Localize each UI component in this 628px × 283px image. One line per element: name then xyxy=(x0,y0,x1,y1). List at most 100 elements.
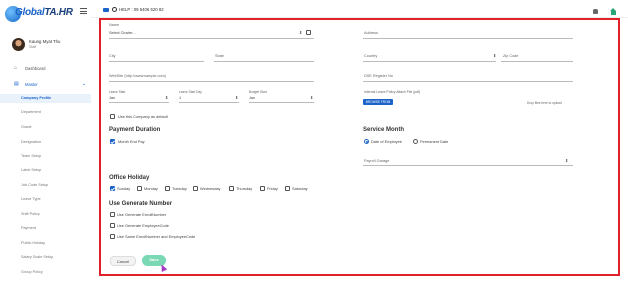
month-end-pay-checkbox[interactable] xyxy=(110,139,115,144)
nav-master[interactable]: ▤ Master ⌄ xyxy=(0,80,91,89)
nav-sub-payment[interactable]: Payment xyxy=(0,224,91,233)
date-of-employee-label: Date of Employee xyxy=(371,139,402,144)
nav-sub-team-setup[interactable]: Team Setup xyxy=(0,152,91,161)
zipcode-label: Zip Code xyxy=(503,54,519,58)
website-label: WebSite (http://www.sample.com) xyxy=(109,74,166,78)
leave-start-label: Leave Start xyxy=(109,90,126,94)
generate-enroll-label: Use Generate EnrollNumber xyxy=(117,212,167,217)
holiday-friday-checkbox[interactable] xyxy=(260,186,265,191)
leave-start-underline xyxy=(109,102,169,103)
country-label: Country xyxy=(364,54,378,58)
holiday-saturday-checkbox[interactable] xyxy=(285,186,290,191)
menu-toggle-icon[interactable] xyxy=(80,8,87,14)
chevron-down-icon: ⬍ xyxy=(493,53,497,58)
top-bar: HELP : 09 5406 520 82 xyxy=(91,0,628,18)
leave-end-underline xyxy=(179,102,239,103)
cancel-button[interactable]: Cancel xyxy=(110,256,136,266)
internal-policy-label: Internal Leave Policy Attach File (pdf) xyxy=(364,90,421,94)
nav-sub-leave-type[interactable]: Leave Type xyxy=(0,195,91,204)
leave-end-select[interactable]: 1 xyxy=(179,96,181,100)
nav-sub-job-code-setup[interactable]: Job Code Setup xyxy=(0,181,91,190)
payment-duration-title: Payment Duration xyxy=(109,127,161,133)
budget-start-select[interactable]: Jan xyxy=(249,96,255,100)
city-input[interactable] xyxy=(109,61,204,62)
nav-sub-shift-policy[interactable]: Shift Policy xyxy=(0,210,91,219)
user-name: Kaung Myat Thu xyxy=(29,39,61,44)
holiday-monday-checkbox[interactable] xyxy=(137,186,142,191)
nav-sub-company-profile[interactable]: Company Profile xyxy=(0,94,91,103)
generate-number-title: Use Generate Number xyxy=(109,201,173,207)
nav-sub-label-setup[interactable]: Label Setup xyxy=(0,166,91,175)
generate-empcode-checkbox[interactable] xyxy=(110,223,115,228)
country-select[interactable] xyxy=(363,61,496,62)
state-input[interactable] xyxy=(214,61,314,62)
nav-dashboard[interactable]: ⌂ Dashboard xyxy=(0,64,91,73)
holiday-saturday-label: Saturday xyxy=(292,186,308,191)
camera-icon xyxy=(103,7,109,12)
chevron-down-icon: ⬍ xyxy=(299,30,303,35)
bell-icon[interactable] xyxy=(593,9,598,14)
zipcode-input[interactable] xyxy=(501,61,573,62)
nav-sub-public-holiday[interactable]: Public Holiday xyxy=(0,239,91,248)
state-label: State xyxy=(215,54,224,58)
holiday-wednesday-label: Wednesday xyxy=(200,186,221,191)
holiday-tuesday-checkbox[interactable] xyxy=(165,186,170,191)
chevron-down-icon: ⬍ xyxy=(165,95,169,100)
holiday-tuesday-label: Tuesday xyxy=(172,186,187,191)
avatar xyxy=(12,38,25,51)
chevron-down-icon: ⬍ xyxy=(235,95,239,100)
user-role: Staff xyxy=(29,45,37,49)
cluster-select[interactable]: Select Cluster... xyxy=(109,31,136,35)
budget-start-label: Budget Start xyxy=(249,90,267,94)
generate-empcode-label: Use Generate EmployeeCode xyxy=(117,223,169,228)
dse-label: DSE Register No xyxy=(364,74,393,78)
holiday-wednesday-checkbox[interactable] xyxy=(193,186,198,191)
nav-sub-group-policy[interactable]: Group Policy xyxy=(0,268,91,277)
holiday-sunday-checkbox[interactable] xyxy=(110,186,115,191)
brand-name: GlobalTA.HR xyxy=(15,7,73,18)
website-input[interactable] xyxy=(109,81,314,82)
date-of-employee-radio[interactable] xyxy=(364,139,369,144)
leave-start-select[interactable]: Jan xyxy=(109,96,115,100)
dse-input[interactable] xyxy=(363,81,573,82)
chevron-down-icon: ⬍ xyxy=(565,158,569,163)
use-default-label: Use this Company as default xyxy=(118,114,168,119)
holiday-monday-label: Monday xyxy=(144,186,158,191)
company-profile-form: Name Select Cluster... ⬍ Address City St… xyxy=(101,20,618,274)
nav-sub-department[interactable]: Department xyxy=(0,108,91,117)
brand-logo[interactable]: GlobalTA.HR xyxy=(5,5,73,23)
permanent-date-radio[interactable] xyxy=(413,139,418,144)
nav-sub-designation[interactable]: Designation xyxy=(0,138,91,147)
user-profile[interactable]: Kaung Myat Thu Staff xyxy=(12,38,87,52)
highlight-frame: Name Select Cluster... ⬍ Address City St… xyxy=(99,18,620,276)
same-enroll-empcode-label: Use Same EnrollNumber and EmployeeCode xyxy=(117,234,196,239)
same-enroll-empcode-checkbox[interactable] xyxy=(110,234,115,239)
holiday-thursday-checkbox[interactable] xyxy=(229,186,234,191)
holiday-friday-label: Friday xyxy=(267,186,278,191)
payroll-label: Payroll Garage xyxy=(364,159,390,163)
mouse-cursor-icon xyxy=(158,263,168,272)
nav-sub-grade[interactable]: Grade xyxy=(0,123,91,132)
home-icon[interactable] xyxy=(610,8,617,15)
month-end-pay-label: Month End Pay xyxy=(118,139,145,144)
browse-file-button[interactable]: BROWSE FROM xyxy=(363,99,393,105)
name-label: Name xyxy=(109,23,120,27)
payroll-select[interactable] xyxy=(363,165,573,166)
office-holiday-title: Office Holiday xyxy=(109,175,150,181)
cluster-underline xyxy=(109,38,314,39)
holiday-thursday-label: Thursday xyxy=(236,186,253,191)
nav-sub-salary-scale-setup[interactable]: Salary Scale Setup xyxy=(0,253,91,262)
use-default-checkbox[interactable] xyxy=(110,114,115,119)
generate-enroll-checkbox[interactable] xyxy=(110,212,115,217)
service-month-title: Service Month xyxy=(363,127,405,133)
add-cluster-icon[interactable] xyxy=(306,30,311,35)
help-icon xyxy=(112,7,117,13)
city-label: City xyxy=(109,54,116,58)
drop-hint: Drop files here to upload xyxy=(527,101,562,105)
permanent-date-label: Permanent Date xyxy=(420,139,449,144)
help-line[interactable]: HELP : 09 5406 520 82 xyxy=(103,7,164,13)
address-label: Address xyxy=(364,31,378,35)
budget-start-underline xyxy=(249,102,314,103)
address-input[interactable] xyxy=(363,38,573,39)
chevron-down-icon: ⬍ xyxy=(310,95,314,100)
